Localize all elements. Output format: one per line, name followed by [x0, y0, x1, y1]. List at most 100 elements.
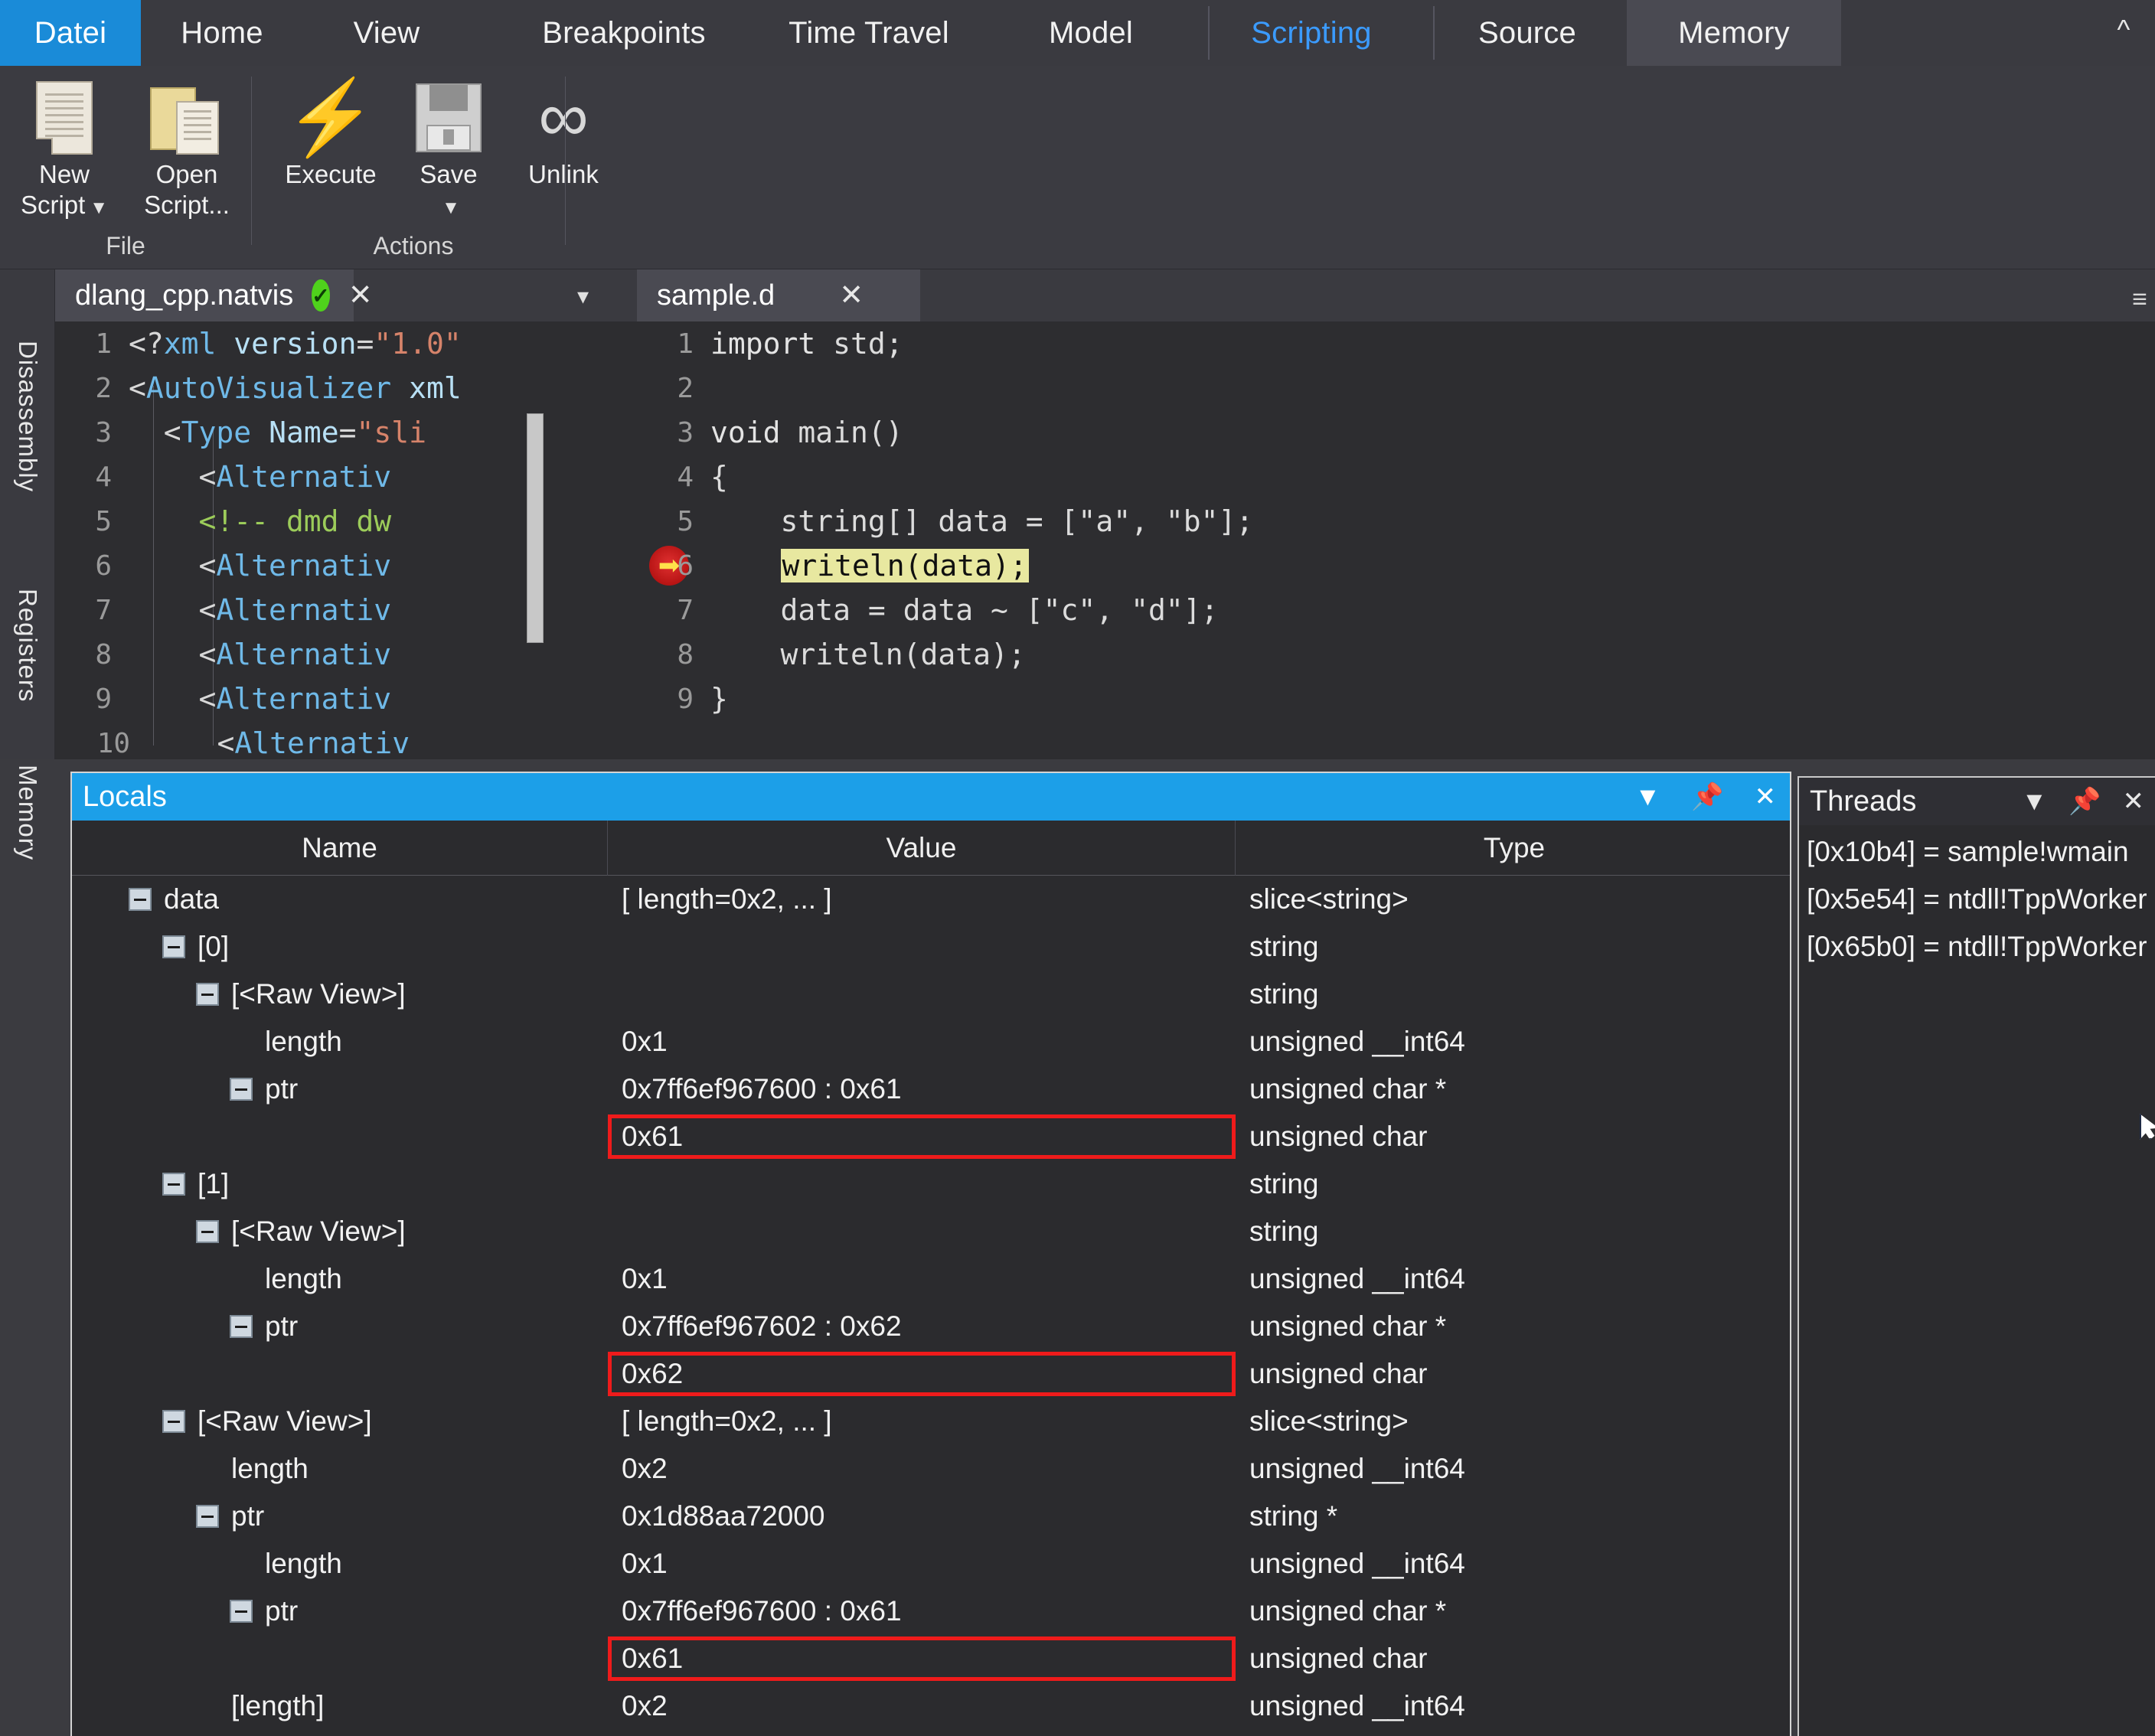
threads-panel-title: Threads	[1810, 785, 1917, 817]
ribbon-tab-model[interactable]: Model	[1026, 0, 1156, 66]
locals-title-bar[interactable]: Locals ▼ 📌 ✕	[72, 773, 1790, 821]
table-row[interactable]: ptr 0x7ff6ef967600 : 0x61 unsigned char *	[72, 1065, 1790, 1113]
locals-row-value[interactable]: 0x7ff6ef967602 : 0x62	[608, 1303, 902, 1350]
table-row[interactable]: length 0x1 unsigned __int64	[72, 1255, 1790, 1303]
table-row[interactable]: ptr 0x7ff6ef967602 : 0x62 unsigned char *	[72, 1303, 1790, 1350]
ribbon-tab-scripting[interactable]: Scripting	[1216, 0, 1407, 66]
code-line-text: void main()	[710, 416, 903, 449]
threads-list[interactable]: [0x10b4] = sample!wmain [0x5e54] = ntdll!…	[1799, 828, 2155, 1731]
unlink-button[interactable]: ∞ Unlink	[496, 77, 631, 230]
collapse-toggle-icon[interactable]	[129, 888, 152, 911]
table-row[interactable]: ptr 0x7ff6ef967600 : 0x61 unsigned char *	[72, 1588, 1790, 1635]
pin-icon[interactable]: 📌	[1691, 784, 1723, 810]
table-row[interactable]: [<Raw View>] string	[72, 1208, 1790, 1255]
table-row[interactable]: [<Raw View>] [ length=0x2, ... ] slice<str…	[72, 1398, 1790, 1445]
locals-row-value[interactable]: 0x2	[608, 1682, 668, 1730]
document-tab-sample-d[interactable]: sample.d ✕	[637, 269, 920, 321]
table-row[interactable]: 0x61 unsigned char	[72, 1635, 1790, 1682]
ribbon-group-label-file: File	[106, 232, 145, 259]
save-split-caret[interactable]: ▼	[437, 190, 460, 220]
locals-row-value[interactable]: 0x7ff6ef967600 : 0x61	[608, 1065, 902, 1113]
table-row[interactable]: [1] string	[72, 1160, 1790, 1208]
table-row[interactable]: [<Raw View>] string	[72, 971, 1790, 1018]
locals-row-value[interactable]	[608, 923, 622, 971]
source-code-area[interactable]: 1 import std; 2 3 void main() 4 { 5 stri…	[637, 321, 2155, 759]
document-tab-natvis[interactable]: dlang_cpp.natvis ✓ ✕	[55, 269, 373, 321]
line-number: 9	[95, 683, 112, 715]
ribbon-tab-source[interactable]: Source	[1455, 0, 1600, 66]
close-icon[interactable]: ✕	[1755, 784, 1777, 810]
table-row[interactable]: ptr 0x1d88aa72000 string *	[72, 1493, 1790, 1540]
column-header-type[interactable]: Type	[1236, 821, 1793, 876]
thread-list-item[interactable]: [0x5e54] = ntdll!TppWorker	[1807, 876, 2155, 923]
collapse-toggle-icon[interactable]	[196, 1220, 219, 1243]
locals-row-value[interactable]: 0x1	[608, 1255, 668, 1303]
table-row[interactable]: [length] 0x2 unsigned __int64	[72, 1682, 1790, 1730]
ribbon-collapse-icon[interactable]: ^	[2106, 12, 2141, 47]
save-button[interactable]: Save ▼	[395, 77, 502, 230]
locals-row-value[interactable]: 0x7ff6ef967600 : 0x61	[608, 1588, 902, 1635]
ribbon-tab-home[interactable]: Home	[153, 0, 291, 66]
collapse-toggle-icon[interactable]	[230, 1078, 253, 1101]
sidebar-item-registers[interactable]: Registers	[0, 557, 55, 733]
locals-row-value[interactable]: 0x2	[608, 1445, 668, 1493]
locals-tree[interactable]: data [ length=0x2, ... ] slice<string> [0] s…	[72, 876, 1790, 1736]
column-header-name[interactable]: Name	[72, 821, 608, 876]
close-icon[interactable]: ✕	[2123, 788, 2145, 814]
natvis-code-area[interactable]: 1 <?xml version="1.0" 2 <AutoVisualizer …	[55, 321, 637, 759]
thread-list-item[interactable]: [0x65b0] = ntdll!TppWorker	[1807, 923, 2155, 971]
collapse-toggle-icon[interactable]	[196, 1505, 219, 1528]
thread-list-item[interactable]: [0x10b4] = sample!wmain	[1807, 828, 2155, 876]
locals-row-value[interactable]: [ length=0x2, ... ]	[608, 1398, 832, 1445]
locals-row-type: unsigned __int64	[1249, 1453, 1465, 1484]
ribbon-tab-breakpoints[interactable]: Breakpoints	[528, 0, 720, 66]
collapse-toggle-icon[interactable]	[162, 1410, 185, 1433]
code-line-text: {	[710, 460, 728, 494]
execute-button[interactable]: ⚡ Execute	[262, 77, 400, 230]
locals-row-value[interactable]: 0x1	[608, 1018, 668, 1065]
unlink-label: Unlink	[528, 160, 599, 188]
table-row[interactable]: length 0x1 unsigned __int64	[72, 1018, 1790, 1065]
ribbon-tab-time-travel[interactable]: Time Travel	[773, 0, 965, 66]
locals-row-type: unsigned char *	[1249, 1595, 1447, 1627]
table-row[interactable]: 0x62 unsigned char	[72, 1350, 1790, 1398]
chevron-down-icon[interactable]: ▼	[442, 197, 460, 218]
sidebar-item-memory[interactable]: Memory	[0, 736, 55, 889]
close-icon[interactable]: ✕	[839, 281, 864, 310]
chevron-down-icon[interactable]: ▼	[2022, 788, 2048, 814]
collapse-toggle-icon[interactable]	[162, 935, 185, 958]
locals-row-value[interactable]	[608, 1208, 622, 1255]
sidebar-item-disassembly[interactable]: Disassembly	[0, 279, 55, 554]
locals-row-value[interactable]	[608, 1160, 622, 1208]
collapse-toggle-icon[interactable]	[230, 1600, 253, 1623]
locals-row-value[interactable]: 0x1	[608, 1540, 668, 1588]
pin-icon[interactable]: 📌	[2068, 788, 2101, 814]
chevron-down-icon[interactable]: ▼	[90, 197, 108, 218]
tab-list-caret-icon[interactable]: ▾	[577, 283, 589, 310]
collapse-toggle-icon[interactable]	[196, 983, 219, 1006]
natvis-vertical-scrollbar[interactable]	[527, 413, 544, 643]
natvis-tab-filename: dlang_cpp.natvis	[75, 279, 294, 312]
locals-panel: Locals ▼ 📌 ✕ Name Value Type data [ lengt…	[70, 772, 1791, 1736]
pane-menu-icon[interactable]: ≡	[2132, 285, 2147, 315]
open-script-button[interactable]: Open Script...	[126, 77, 248, 230]
close-icon[interactable]: ✕	[348, 281, 373, 310]
table-row[interactable]: [0] string	[72, 923, 1790, 971]
collapse-toggle-icon[interactable]	[230, 1315, 253, 1338]
chevron-down-icon[interactable]: ▼	[1635, 784, 1661, 810]
table-row[interactable]: length 0x2 unsigned __int64	[72, 1445, 1790, 1493]
collapse-toggle-icon[interactable]	[162, 1173, 185, 1196]
locals-row-value[interactable]: 0x1d88aa72000	[608, 1493, 824, 1540]
ribbon-tab-view[interactable]: View	[329, 0, 444, 66]
ribbon-tab-memory[interactable]: Memory	[1627, 0, 1841, 66]
column-header-value[interactable]: Value	[608, 821, 1236, 876]
table-row[interactable]: data [ length=0x2, ... ] slice<string>	[72, 876, 1790, 923]
table-row[interactable]: 0x61 unsigned char	[72, 1113, 1790, 1160]
locals-row-type: string	[1249, 931, 1319, 962]
locals-row-value[interactable]: [ length=0x2, ... ]	[608, 876, 832, 923]
threads-title-bar[interactable]: Threads ▼ 📌 ✕	[1799, 778, 2155, 825]
locals-row-value[interactable]	[608, 971, 622, 1018]
ribbon-tab-datei[interactable]: Datei	[0, 0, 141, 66]
new-script-button[interactable]: New Script ▼	[3, 77, 126, 230]
table-row[interactable]: length 0x1 unsigned __int64	[72, 1540, 1790, 1588]
